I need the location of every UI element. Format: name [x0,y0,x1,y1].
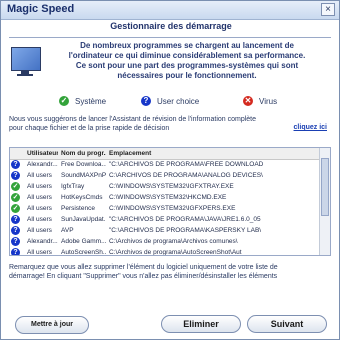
check-icon: ✓ [11,204,20,213]
cell-location: "C:\ARCHIVOS DE PROGRAMA\KASPERSKY LAB\ [109,227,262,234]
intro-text: De nombreux programmes se chargent au la… [45,41,329,81]
monitor-foot-icon [17,74,33,76]
question-icon: ? [11,215,20,224]
cell-name: Free Downloa... [61,161,106,168]
cell-location: C:\WINDOWS\SYSTEM32\IGFXTRAY.EXE [109,183,234,190]
cell-location: "C:\ARCHIVOS DE PROGRAMA\FREE DOWNLOAD [109,161,264,168]
table-row[interactable]: ? All users AVP "C:\ARCHIVOS DE PROGRAMA\KA… [10,225,320,236]
scrollbar-thumb[interactable] [321,158,329,216]
cell-user: Alexandr... [27,238,58,245]
section-title: Gestionnaire des démarrage [110,21,232,31]
cell-name: Adobe Gamm... [61,238,106,245]
delete-button[interactable]: Eliminer [161,315,241,333]
table-row[interactable]: ✓ All users Persistence C:\WINDOWS\SYSTEM32… [10,203,320,214]
computer-monitor-icon [11,47,41,71]
cell-location: C:\WINDOWS\SYSTEM32\HKCMD.EXE [109,194,227,201]
cell-name: Persistence [61,205,95,212]
question-icon: ? [11,248,20,255]
startup-items-table: Utilisateur Nom du progr... Emplacement … [9,147,331,256]
cell-name: HotKeysCmds [61,194,103,201]
table-row[interactable]: ? Alexandr... Adobe Gamm... C:\Archivos de … [10,236,320,247]
check-icon: ✓ [11,182,20,191]
legend-user-choice: ? User choice [141,95,199,107]
legend-system: ✓ Système [59,95,106,107]
title-divider [9,37,331,38]
close-button[interactable]: × [321,3,335,16]
note-line-2: démarrage! En cliquant "Supprimer" vous … [9,273,278,280]
cell-location: "C:\ARCHIVOS DE PROGRAMA\JAVA\JRE1.6.0_0… [109,216,261,223]
table-row[interactable]: ? All users SunJavaUpdat... "C:\ARCHIVOS DE… [10,214,320,225]
cell-user: All users [27,227,52,234]
question-icon: ? [11,160,20,169]
check-icon: ✓ [59,96,69,106]
table-row[interactable]: ✓ All users HotKeysCmds C:\WINDOWS\SYSTEM32… [10,192,320,203]
cell-user: All users [27,183,52,190]
legend-virus: ✕ Virus [243,95,277,107]
table-scrollbar[interactable] [319,148,330,255]
assistant-text: Nous vous suggérons de lancer l'Assistan… [9,115,325,133]
intro-line-2: l'ordinateur ce qui diminue considérable… [68,51,306,60]
question-icon: ? [11,237,20,246]
column-header-location[interactable]: Emplacement [106,148,316,159]
next-button[interactable]: Suivant [247,315,327,333]
cell-name: SunJavaUpdat... [61,216,106,223]
warning-note: Remarquez que vous allez supprimer l'élé… [9,263,331,281]
cell-location: C:\WINDOWS\SYSTEM32\IGFXPERS.EXE [109,205,236,212]
column-header-name[interactable]: Nom du progr... [58,148,106,159]
title-bar: Magic Speed × [1,1,339,20]
legend-user-choice-label: User choice [157,96,200,106]
table-row[interactable]: ? All users SoundMAXPnP C:\ARCHIVOS DE PROG… [10,170,320,181]
assistant-link[interactable]: cliquez ici [294,124,327,131]
cell-user: Alexandr... [27,161,58,168]
question-icon: ? [141,96,151,106]
table-row[interactable]: ? Alexandr... Free Downloa... "C:\ARCHIVOS … [10,159,320,170]
question-icon: ? [11,171,20,180]
cell-user: All users [27,205,52,212]
cell-name: SoundMAXPnP [61,172,106,179]
cell-name: AutoScreenSh... [61,249,106,256]
intro-line-4: nécessaires pour le fonctionnement. [117,71,257,80]
legend-virus-label: Virus [259,96,278,106]
virus-icon: ✕ [243,96,253,106]
legend-system-label: Système [75,96,107,106]
assistant-line-1: Nous vous suggérons de lancer l'Assistan… [9,116,257,123]
check-icon: ✓ [11,193,20,202]
update-button[interactable]: Mettre à jour [15,316,89,334]
cell-name: IgfxTray [61,183,85,190]
intro-line-3: Ce sont pour une part des programmes-sys… [75,61,299,70]
cell-location: C:\Archivos de programa\AutoScreenShot\A… [109,249,242,256]
cell-user: All users [27,216,52,223]
table-row[interactable]: ✓ All users IgfxTray C:\WINDOWS\SYSTEM32\IG… [10,181,320,192]
note-line-1: Remarquez que vous allez supprimer l'élé… [9,264,278,271]
magic-speed-window: Magic Speed × Gestionnaire des démarrage… [0,0,340,340]
cell-location: C:\ARCHIVOS DE PROGRAMA\ANALOG DEVICES\ [109,172,263,179]
cell-user: All users [27,172,52,179]
window-title: Magic Speed [7,3,75,15]
intro-line-1: De nombreux programmes se chargent au la… [80,41,294,50]
question-icon: ? [11,226,20,235]
table-row[interactable]: ? All users AutoScreenSh... C:\Archivos de … [10,247,320,256]
cell-user: All users [27,194,52,201]
cell-user: All users [27,249,52,256]
column-header-user[interactable]: Utilisateur [24,148,58,159]
assistant-line-2: pour chaque fichier et de la prise rapid… [9,125,170,132]
cell-location: C:\Archivos de programa\Archivos comunes… [109,238,238,245]
cell-name: AVP [61,227,74,234]
